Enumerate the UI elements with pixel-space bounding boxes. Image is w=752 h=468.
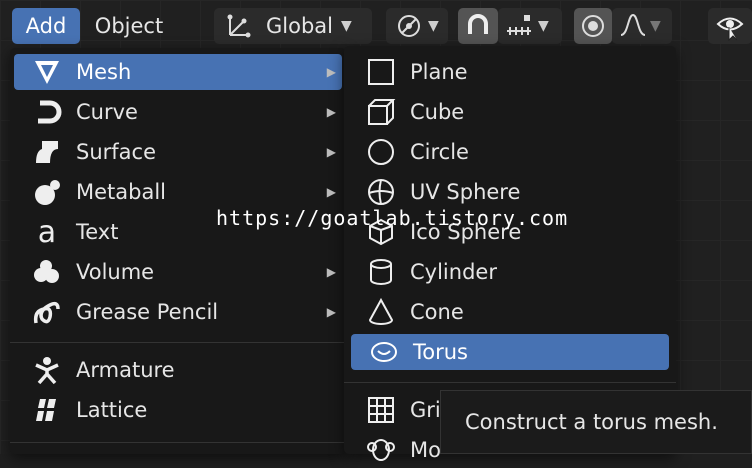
chevron-down-icon: ▼	[428, 18, 439, 34]
menu-item-torus[interactable]: Torus	[351, 334, 669, 370]
menu-item-cone[interactable]: Cone	[348, 294, 672, 330]
menu-item-armature[interactable]: Armature	[14, 352, 342, 388]
menu-separator	[10, 442, 346, 443]
mesh-icon	[30, 55, 64, 89]
chevron-down-icon: ▼	[538, 18, 549, 34]
menu-item-mesh[interactable]: Mesh ▶	[14, 54, 342, 90]
menu-item-label: Surface	[76, 140, 157, 164]
submenu-arrow-icon: ▶	[326, 185, 336, 199]
metaball-icon	[30, 175, 64, 209]
add-menu: Mesh ▶ Curve ▶ Surface ▶ Metaball ▶ a Te…	[10, 48, 346, 454]
proportional-editing-toggle[interactable]	[574, 8, 612, 44]
menu-separator	[344, 382, 676, 383]
submenu-arrow-icon: ▶	[326, 65, 336, 79]
curve-icon	[30, 95, 64, 129]
transform-orientation-value: Global	[266, 14, 333, 38]
menu-item-label: Gri	[410, 398, 441, 422]
menu-item-label: Volume	[76, 260, 155, 284]
plane-icon	[364, 55, 398, 89]
svg-text:a: a	[38, 217, 56, 247]
menu-item-label: Curve	[76, 100, 138, 124]
tooltip-text: Construct a torus mesh.	[465, 410, 718, 434]
menu-item-label: Lattice	[76, 398, 148, 422]
add-menu-button[interactable]: Add	[12, 8, 80, 44]
transform-orientation-icon	[224, 11, 254, 41]
cone-icon	[364, 295, 398, 329]
tooltip: Construct a torus mesh.	[440, 390, 752, 454]
object-menu-label: Object	[94, 14, 164, 38]
menu-item-label: UV Sphere	[410, 180, 521, 204]
snap-target-dropdown[interactable]: ▼	[498, 8, 562, 44]
menu-item-label: Torus	[413, 340, 468, 364]
eye-pointer-icon	[715, 11, 745, 41]
menu-item-label: Grease Pencil	[76, 300, 219, 324]
falloff-curve-icon	[618, 11, 648, 41]
snap-toggle-button[interactable]	[458, 8, 498, 44]
menu-item-circle[interactable]: Circle	[348, 134, 672, 170]
submenu-arrow-icon: ▶	[326, 145, 336, 159]
menu-item-label: Mesh	[76, 60, 132, 84]
menu-item-cylinder[interactable]: Cylinder	[348, 254, 672, 290]
armature-icon	[30, 353, 64, 387]
lattice-icon	[30, 393, 64, 427]
menu-item-plane[interactable]: Plane	[348, 54, 672, 90]
uv-sphere-icon	[364, 175, 398, 209]
object-menu-button[interactable]: Object	[84, 8, 174, 44]
circle-icon	[364, 135, 398, 169]
menu-item-lattice[interactable]: Lattice	[14, 392, 342, 428]
proportional-editing-icon	[579, 12, 607, 40]
menu-item-grease-pencil[interactable]: Grease Pencil ▶	[14, 294, 342, 330]
menu-item-label: Circle	[410, 140, 469, 164]
monkey-icon	[364, 433, 398, 467]
menu-separator	[10, 342, 346, 343]
torus-icon	[367, 335, 401, 369]
menu-item-label: Armature	[76, 358, 175, 382]
menu-item-label: Mo	[410, 438, 441, 462]
grid-icon	[364, 393, 398, 427]
magnet-icon	[464, 12, 492, 40]
chevron-down-icon: ▼	[650, 18, 661, 34]
menu-item-label: Cone	[410, 300, 464, 324]
menu-item-surface[interactable]: Surface ▶	[14, 134, 342, 170]
proportional-falloff-dropdown[interactable]: ▼	[612, 8, 672, 44]
submenu-arrow-icon: ▶	[326, 265, 336, 279]
menu-item-curve[interactable]: Curve ▶	[14, 94, 342, 130]
snap-increment-icon	[504, 11, 534, 41]
pivot-point-dropdown[interactable]: ▼	[386, 8, 448, 44]
submenu-arrow-icon: ▶	[326, 105, 336, 119]
volume-icon	[30, 255, 64, 289]
text-icon: a	[30, 215, 64, 249]
header-toolbar: Add Object Global ▼ ▼ ▼ ▼	[0, 0, 752, 50]
surface-icon	[30, 135, 64, 169]
chevron-down-icon: ▼	[341, 18, 352, 34]
add-menu-label: Add	[25, 14, 67, 38]
grease-pencil-icon	[30, 295, 64, 329]
menu-item-cube[interactable]: Cube	[348, 94, 672, 130]
menu-item-uv-sphere[interactable]: UV Sphere	[348, 174, 672, 210]
menu-item-label: Plane	[410, 60, 468, 84]
visibility-selectability-button[interactable]	[708, 8, 752, 44]
menu-item-label: Text	[76, 220, 119, 244]
menu-item-volume[interactable]: Volume ▶	[14, 254, 342, 290]
menu-item-label: Cylinder	[410, 260, 497, 284]
menu-item-label: Metaball	[76, 180, 167, 204]
transform-orientation-dropdown[interactable]: Global ▼	[214, 8, 372, 44]
menu-item-metaball[interactable]: Metaball ▶	[14, 174, 342, 210]
cube-icon	[364, 95, 398, 129]
pivot-point-icon	[394, 11, 424, 41]
menu-item-label: Cube	[410, 100, 465, 124]
watermark: https://goatlab.tistory.com	[216, 206, 569, 230]
cylinder-icon	[364, 255, 398, 289]
submenu-arrow-icon: ▶	[326, 305, 336, 319]
